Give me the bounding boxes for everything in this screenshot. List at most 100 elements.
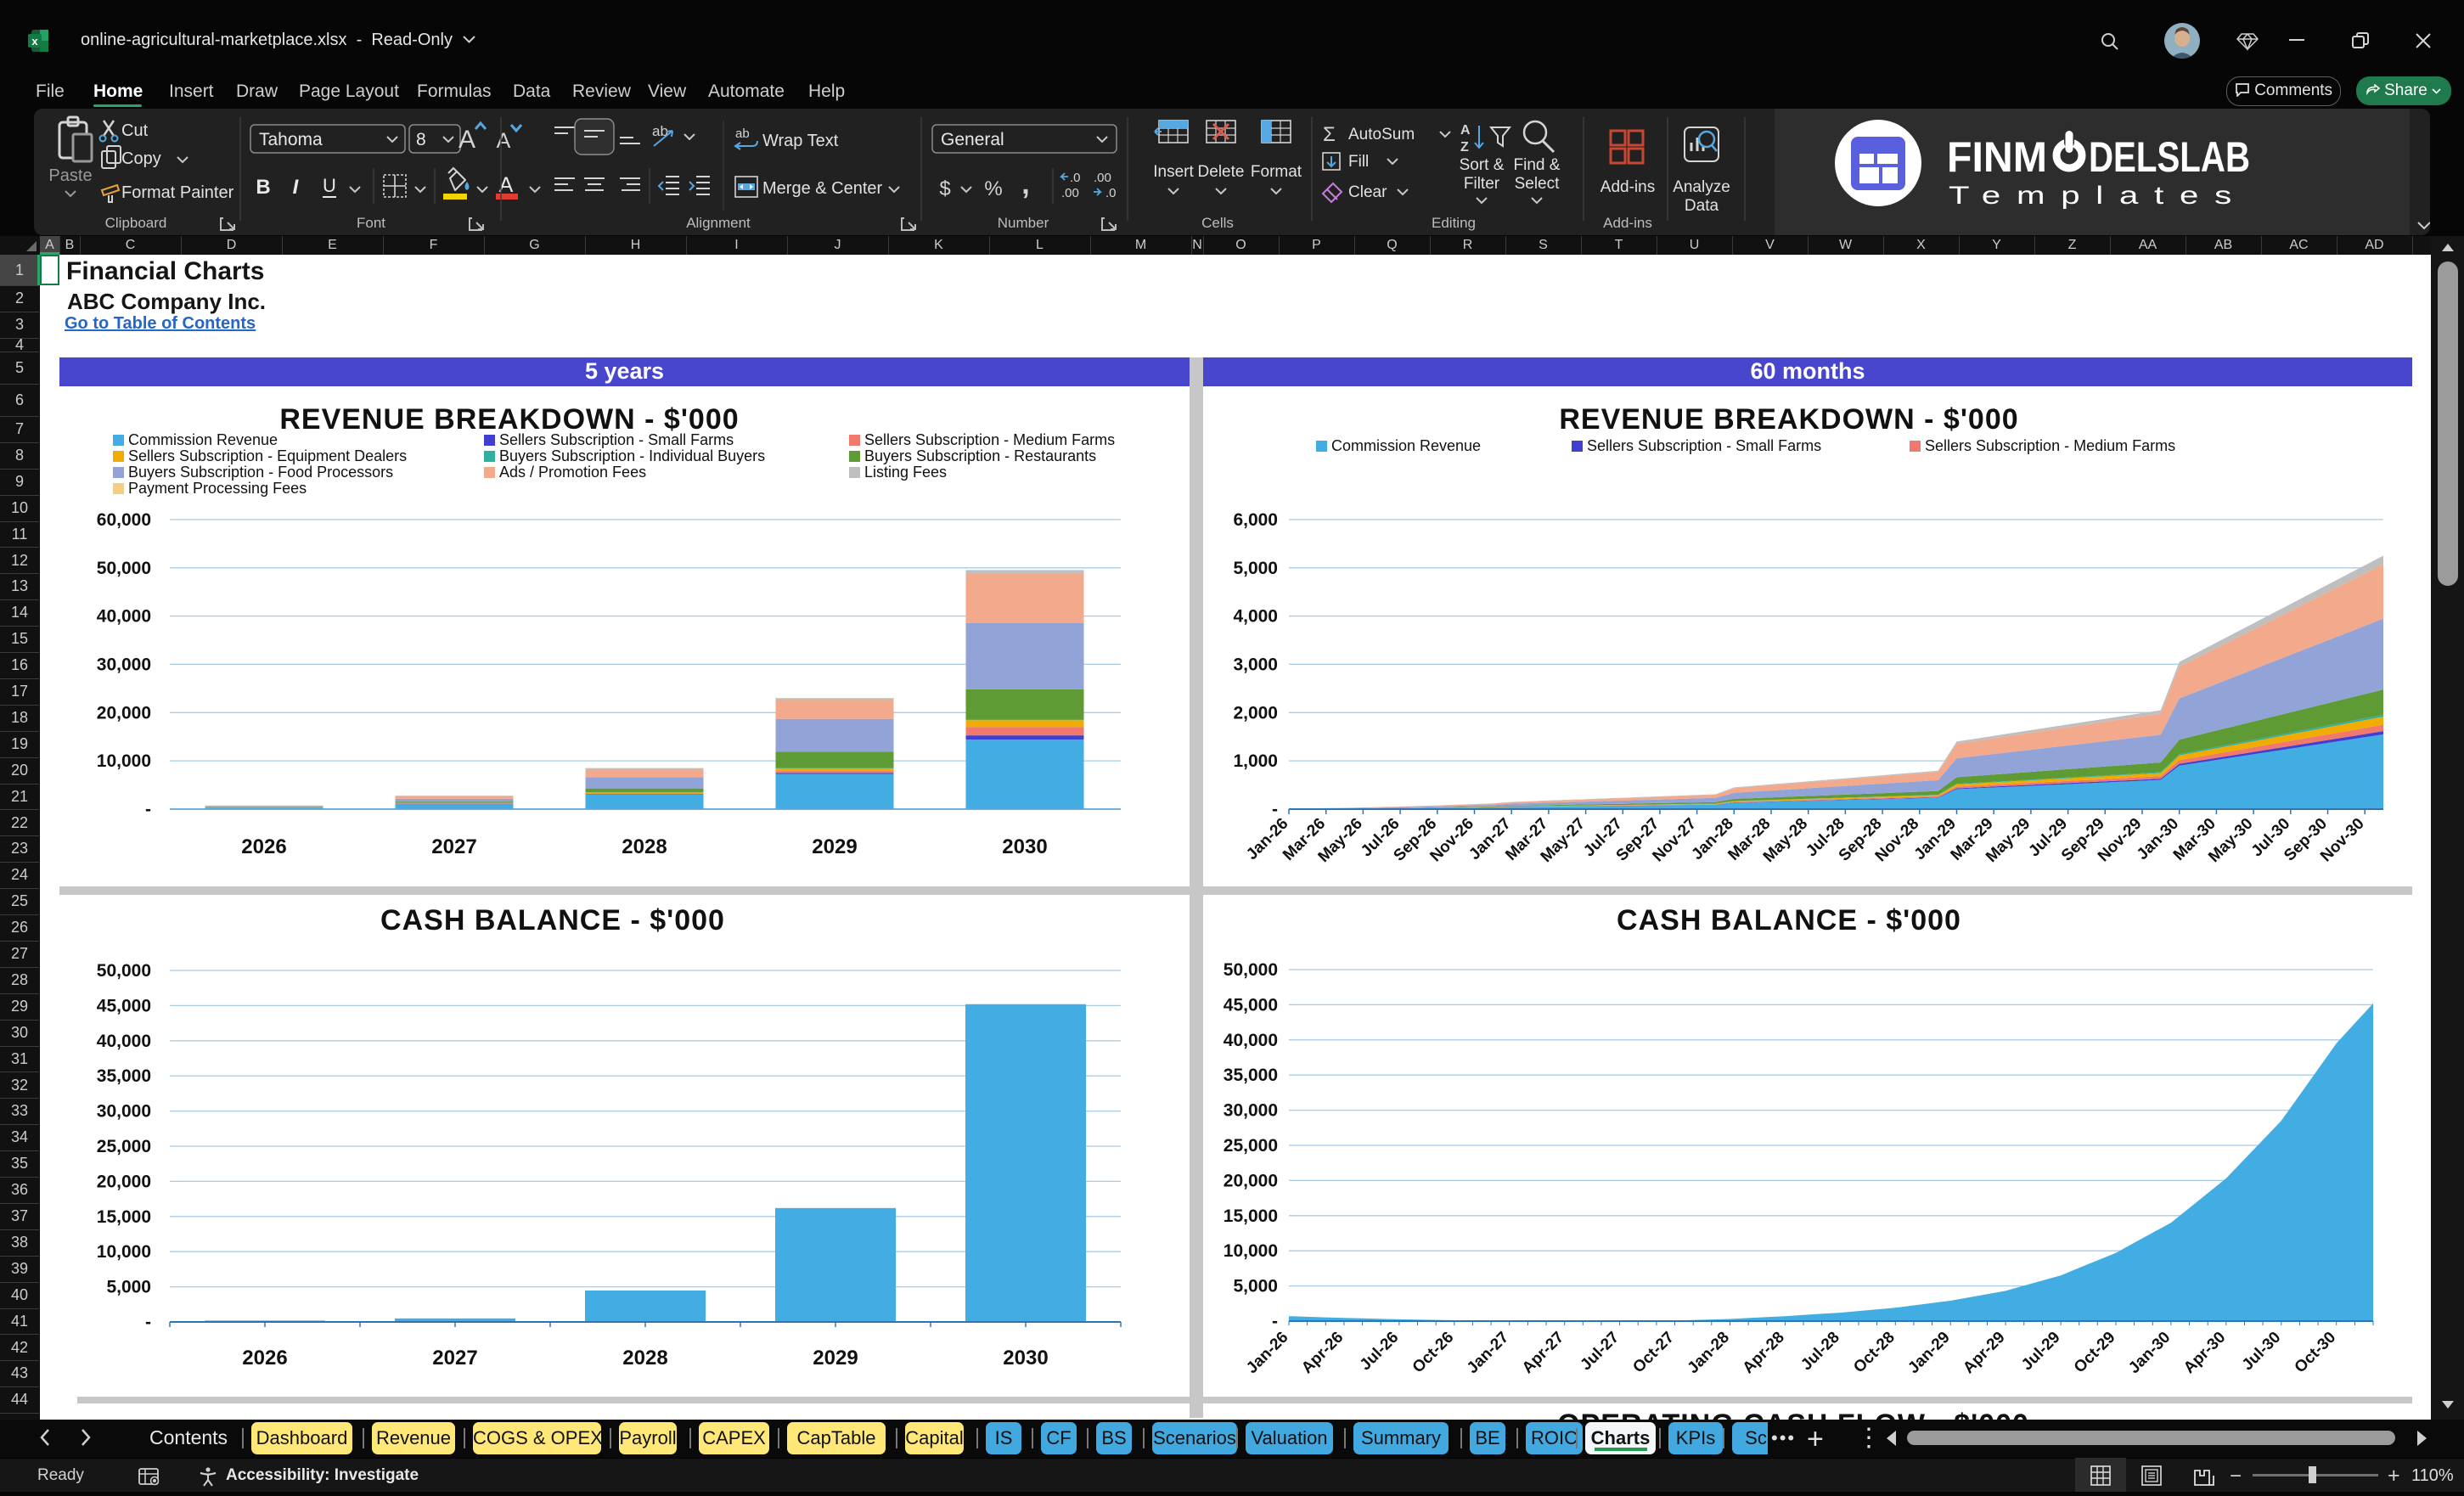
svg-text:I: I (293, 176, 300, 199)
svg-text:Jan-30: Jan-30 (2125, 1329, 2174, 1377)
svg-text:20,000: 20,000 (1224, 1171, 1278, 1190)
svg-text:Jan-29: Jan-29 (1904, 1329, 1953, 1377)
svg-text:Clipboard: Clipboard (105, 215, 167, 231)
svg-text:.0: .0 (1105, 186, 1117, 200)
svg-text:A: A (1460, 123, 1471, 138)
svg-text:Add-ins: Add-ins (1600, 178, 1655, 196)
svg-text:Wrap Text: Wrap Text (762, 132, 839, 150)
svg-text:Apr-29: Apr-29 (1960, 1329, 2008, 1377)
svg-text:Filter: Filter (1464, 175, 1500, 193)
svg-text:35,000: 35,000 (97, 1066, 151, 1086)
svg-text:Insert: Insert (1153, 163, 1194, 181)
svg-text:Jul-30: Jul-30 (2239, 1329, 2285, 1375)
svg-text:60,000: 60,000 (97, 510, 151, 530)
svg-text:Sort &: Sort & (1460, 156, 1505, 174)
svg-text:Format: Format (1251, 163, 1302, 181)
svg-text:Cells: Cells (1201, 215, 1234, 231)
svg-text:Merge & Center: Merge & Center (762, 179, 883, 198)
svg-text:REVENUE BREAKDOWN - $'000: REVENUE BREAKDOWN - $'000 (1559, 403, 2018, 436)
svg-text:20,000: 20,000 (97, 703, 151, 723)
svg-text:Commission Revenue: Commission Revenue (128, 431, 278, 448)
svg-text:,: , (1021, 168, 1029, 200)
svg-text:ab: ab (735, 127, 750, 141)
svg-text:5,000: 5,000 (1233, 559, 1278, 578)
svg-text:Sellers Subscription - Equipme: Sellers Subscription - Equipment Dealers (128, 447, 407, 464)
svg-text:Copy: Copy (121, 149, 161, 168)
svg-text:Number: Number (998, 215, 1049, 231)
svg-text:Σ: Σ (1323, 123, 1336, 146)
svg-text:A: A (458, 126, 475, 154)
svg-text:AutoSum: AutoSum (1348, 126, 1415, 143)
svg-text:2027: 2027 (431, 835, 476, 858)
svg-text:2026: 2026 (242, 1347, 287, 1369)
svg-text:1,000: 1,000 (1233, 751, 1278, 771)
svg-text:Apr-27: Apr-27 (1519, 1329, 1567, 1377)
svg-text:Clear: Clear (1348, 183, 1387, 201)
svg-text:Apr-30: Apr-30 (2180, 1329, 2229, 1377)
svg-text:30,000: 30,000 (1224, 1101, 1278, 1121)
svg-text:Format Painter: Format Painter (121, 183, 234, 202)
svg-text:Jan-26: Jan-26 (1243, 1329, 1291, 1377)
svg-text:2028: 2028 (622, 835, 667, 858)
svg-text:Find &: Find & (1514, 156, 1561, 174)
svg-text:Buyers Subscription - Restaura: Buyers Subscription - Restaurants (864, 447, 1096, 464)
svg-text:40,000: 40,000 (97, 1032, 151, 1051)
svg-text:Alignment: Alignment (686, 215, 751, 231)
svg-text:2027: 2027 (432, 1347, 477, 1369)
svg-text:Jul-29: Jul-29 (2018, 1329, 2064, 1375)
svg-text:3,000: 3,000 (1233, 655, 1278, 674)
svg-text:35,000: 35,000 (1224, 1066, 1278, 1085)
svg-text:40,000: 40,000 (97, 607, 151, 627)
svg-text:2,000: 2,000 (1233, 703, 1278, 723)
svg-text:Jan-27: Jan-27 (1464, 1329, 1512, 1377)
svg-text:A: A (497, 129, 511, 153)
svg-text:B: B (256, 176, 270, 199)
svg-text:Delete: Delete (1198, 163, 1245, 181)
svg-text:2029: 2029 (813, 1347, 858, 1369)
svg-text:45,000: 45,000 (1224, 995, 1278, 1015)
svg-text:2029: 2029 (812, 835, 857, 858)
svg-text:Select: Select (1515, 175, 1561, 193)
svg-text:Payment Processing Fees: Payment Processing Fees (128, 480, 307, 497)
svg-text:Z: Z (1460, 140, 1469, 155)
svg-text:5,000: 5,000 (1233, 1277, 1278, 1296)
svg-text:15,000: 15,000 (1224, 1206, 1278, 1226)
svg-text:10,000: 10,000 (97, 1242, 151, 1262)
svg-text:%: % (984, 177, 1002, 200)
svg-text:Data: Data (1685, 197, 1719, 215)
svg-text:Buyers Subscription - Individu: Buyers Subscription - Individual Buyers (499, 447, 765, 464)
svg-text:Fill: Fill (1348, 153, 1369, 171)
svg-text:15,000: 15,000 (97, 1207, 151, 1227)
svg-text:Add-ins: Add-ins (1603, 215, 1652, 231)
svg-text:50,000: 50,000 (1224, 960, 1278, 980)
svg-text:50,000: 50,000 (97, 559, 151, 578)
svg-text:Oct-29: Oct-29 (2071, 1329, 2119, 1377)
svg-text:2028: 2028 (622, 1347, 667, 1369)
svg-text:Font: Font (357, 215, 385, 231)
svg-text:-: - (1272, 1312, 1278, 1331)
svg-text:$: $ (939, 177, 950, 200)
svg-text:25,000: 25,000 (97, 1137, 151, 1156)
svg-text:Sellers Subscription - Medium: Sellers Subscription - Medium Farms (864, 431, 1115, 448)
svg-text:Sellers Subscription - Medium: Sellers Subscription - Medium Farms (1925, 437, 2175, 454)
svg-text:Apr-28: Apr-28 (1740, 1329, 1788, 1377)
svg-text:Sellers Subscription - Small F: Sellers Subscription - Small Farms (1587, 437, 1821, 454)
svg-text:Editing: Editing (1432, 215, 1476, 231)
svg-text:Buyers Subscription - Food Pro: Buyers Subscription - Food Processors (128, 464, 393, 481)
svg-text:Jan-28: Jan-28 (1685, 1329, 1733, 1377)
svg-text:20,000: 20,000 (97, 1172, 151, 1191)
svg-text:30,000: 30,000 (97, 1102, 151, 1122)
svg-text:2030: 2030 (1002, 835, 1047, 858)
svg-text:Oct-30: Oct-30 (2292, 1329, 2340, 1377)
svg-text:Jul-26: Jul-26 (1357, 1329, 1403, 1375)
svg-text:.00: .00 (1094, 171, 1111, 185)
svg-text:-: - (145, 800, 151, 819)
svg-text:x: x (31, 35, 38, 48)
svg-text:General: General (941, 130, 1004, 149)
svg-text:30,000: 30,000 (97, 655, 151, 674)
svg-text:4,000: 4,000 (1233, 607, 1278, 627)
svg-text:10,000: 10,000 (97, 751, 151, 771)
svg-text:Cut: Cut (121, 121, 149, 140)
svg-text:Jul-27: Jul-27 (1577, 1329, 1623, 1375)
svg-text:Listing Fees: Listing Fees (864, 464, 947, 481)
